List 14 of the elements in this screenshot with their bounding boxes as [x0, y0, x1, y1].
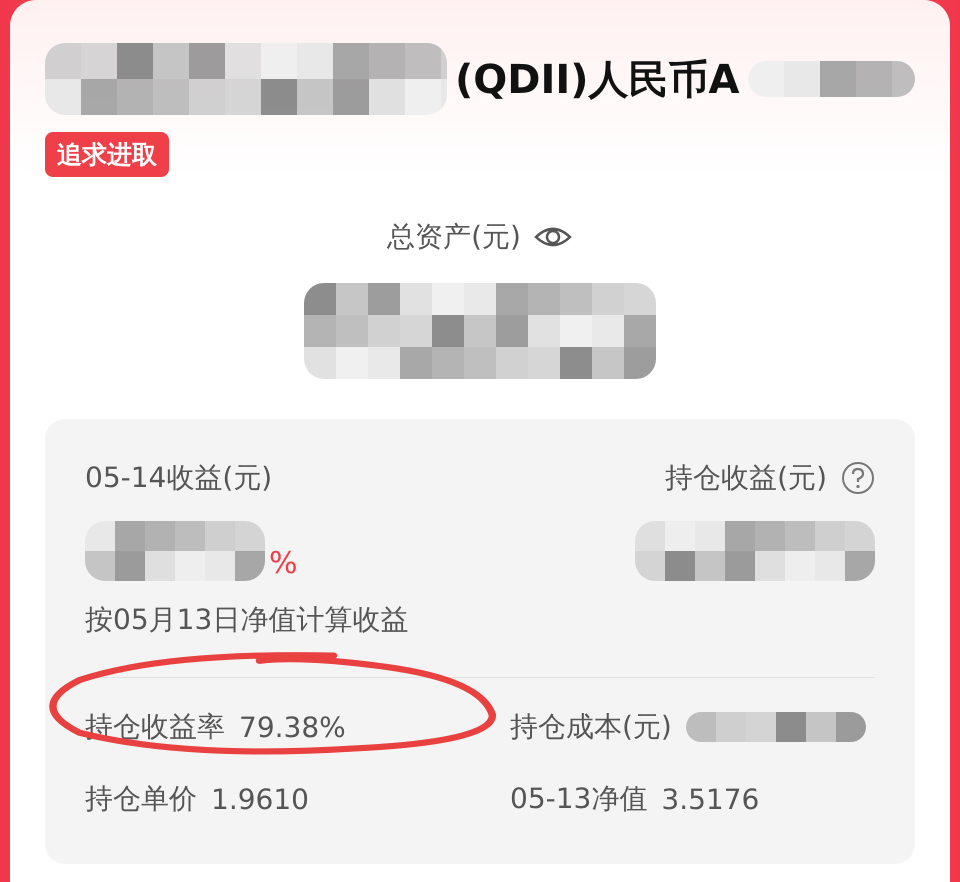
percent-sign: %	[269, 546, 298, 581]
risk-tag: 追求进取	[45, 132, 169, 177]
help-icon[interactable]	[841, 461, 875, 495]
stat-value: 3.5176	[661, 782, 760, 816]
total-assets-label: 总资产(元)	[387, 219, 521, 255]
stat-label: 05-13净值	[510, 781, 648, 817]
stat-label: 持仓单价	[85, 781, 197, 817]
stat-value: 1.9610	[211, 782, 309, 816]
stat-label: 持仓成本(元)	[510, 709, 672, 745]
calculation-note: 按05月13日净值计算收益	[85, 602, 410, 638]
holding-income-label: 持仓收益(元)	[665, 460, 827, 496]
stat-value: 79.38%	[239, 710, 346, 744]
fund-title: (QDII)人民币A	[455, 56, 740, 104]
daily-income-label: 05-14收益(元)	[85, 460, 272, 496]
